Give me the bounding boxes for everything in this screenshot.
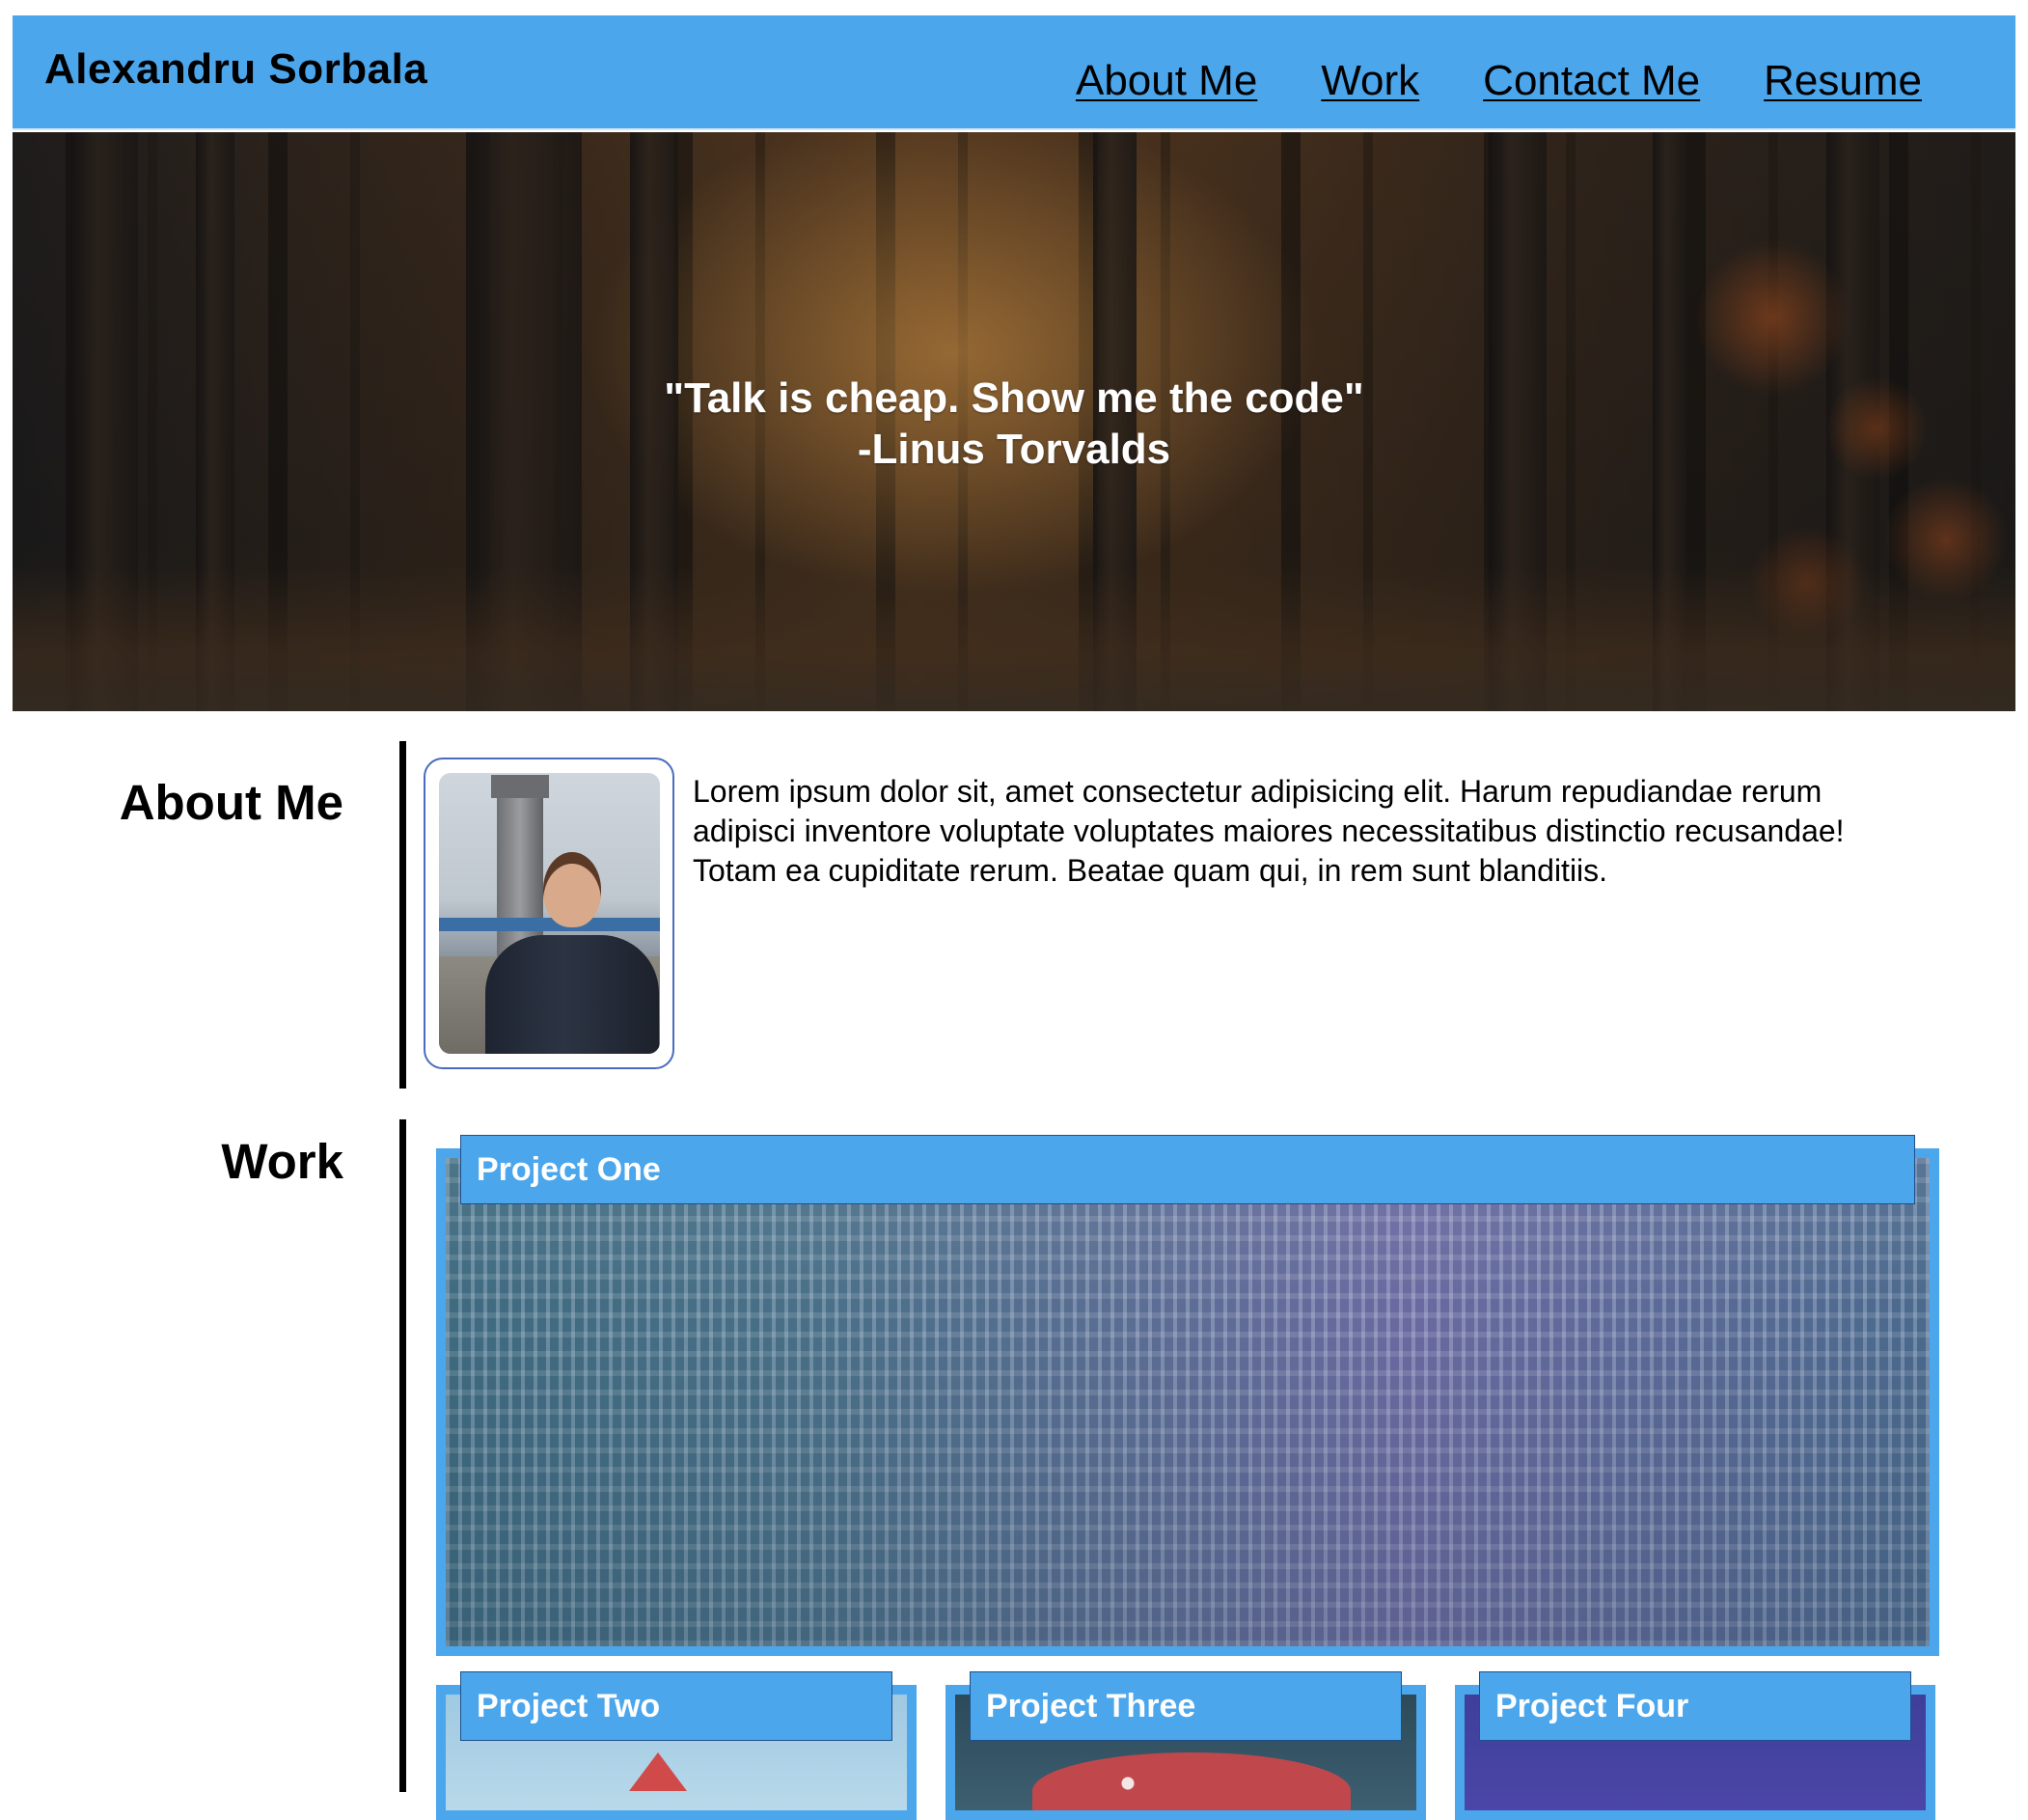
project-four-label[interactable]: Project Four: [1479, 1671, 1911, 1741]
about-section-title: About Me: [119, 775, 343, 830]
nav-link-contact-me[interactable]: Contact Me: [1483, 60, 1700, 102]
project-three-graphic: [1032, 1752, 1351, 1810]
project-one-label[interactable]: Project One: [460, 1135, 1915, 1204]
nav-link-about-me[interactable]: About Me: [1076, 60, 1257, 102]
project-card-one[interactable]: [436, 1148, 1939, 1656]
hero-quote-text: "Talk is cheap. Show me the code": [664, 374, 1364, 422]
work-section-title: Work: [221, 1134, 343, 1189]
profile-photo-frame: [424, 758, 674, 1069]
main-nav: About Me Work Contact Me Resume: [1076, 60, 1922, 102]
work-section-divider: [399, 1119, 406, 1792]
project-two-label[interactable]: Project Two: [460, 1671, 892, 1741]
nav-link-work[interactable]: Work: [1321, 60, 1419, 102]
photo-bridge-span: [439, 918, 660, 931]
site-header: Alexandru Sorbala About Me Work Contact …: [13, 15, 2015, 130]
hero-quote-author: -Linus Torvalds: [857, 426, 1171, 473]
photo-person-head: [543, 852, 601, 927]
hero-forest-floor: [13, 566, 2015, 711]
about-description: Lorem ipsum dolor sit, amet consectetur …: [693, 774, 1845, 888]
project-one-image: [446, 1158, 1930, 1646]
photo-person-body: [485, 935, 659, 1054]
hero-quote: "Talk is cheap. Show me the code" -Linus…: [13, 372, 2015, 475]
profile-photo: [439, 773, 660, 1054]
nav-link-resume[interactable]: Resume: [1764, 60, 1922, 102]
project-two-graphic: [629, 1752, 687, 1791]
hero-banner: "Talk is cheap. Show me the code" -Linus…: [13, 132, 2015, 711]
project-three-label[interactable]: Project Three: [970, 1671, 1402, 1741]
about-section-divider: [399, 741, 406, 1089]
site-name[interactable]: Alexandru Sorbala: [44, 48, 427, 91]
